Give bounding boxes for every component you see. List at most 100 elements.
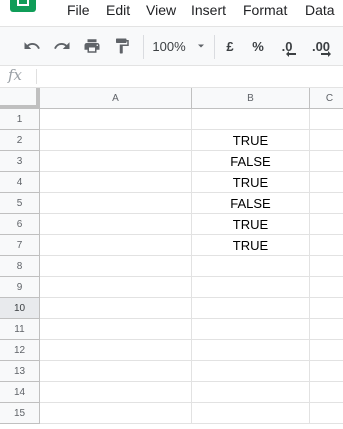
toolbar: 100% £ % .0 .00 [0, 26, 343, 66]
cell-c[interactable] [310, 361, 343, 382]
cell-a[interactable] [40, 235, 192, 256]
row-header[interactable]: 2 [0, 130, 40, 151]
cell-b[interactable] [192, 361, 310, 382]
menu-data[interactable]: Data [305, 2, 335, 18]
table-row: 15 [0, 403, 343, 424]
cell-a[interactable] [40, 256, 192, 277]
cell-b[interactable] [192, 109, 310, 130]
percent-format-button[interactable]: % [248, 27, 268, 65]
cell-a[interactable] [40, 361, 192, 382]
cell-c[interactable] [310, 235, 343, 256]
cell-c[interactable] [310, 256, 343, 277]
cell-a[interactable] [40, 130, 192, 151]
redo-button[interactable] [48, 27, 76, 65]
menu-edit[interactable]: Edit [106, 2, 130, 18]
cell-a[interactable] [40, 340, 192, 361]
cell-b[interactable]: TRUE [192, 235, 310, 256]
row-header[interactable]: 10 [0, 298, 40, 319]
select-all-corner[interactable] [0, 88, 40, 109]
cell-c[interactable] [310, 109, 343, 130]
arrow-left-icon [286, 51, 296, 57]
row-header[interactable]: 8 [0, 256, 40, 277]
undo-button[interactable] [18, 27, 46, 65]
cell-c[interactable] [310, 382, 343, 403]
cell-b[interactable] [192, 340, 310, 361]
row-header[interactable]: 15 [0, 403, 40, 424]
cell-c[interactable] [310, 319, 343, 340]
row-header[interactable]: 3 [0, 151, 40, 172]
chevron-down-icon [197, 44, 204, 48]
column-header-c[interactable]: C [310, 88, 343, 109]
cell-c[interactable] [310, 214, 343, 235]
row-header[interactable]: 1 [0, 109, 40, 130]
table-row: 7 TRUE [0, 235, 343, 256]
cell-a[interactable] [40, 319, 192, 340]
column-header-b[interactable]: B [192, 88, 310, 109]
cell-c[interactable] [310, 193, 343, 214]
cell-b[interactable]: TRUE [192, 130, 310, 151]
paint-format-button[interactable] [108, 27, 136, 65]
zoom-select[interactable]: 100% [150, 27, 208, 65]
cell-b[interactable] [192, 319, 310, 340]
table-row: 5 FALSE [0, 193, 343, 214]
table-row: 1 [0, 109, 343, 130]
row-header[interactable]: 12 [0, 340, 40, 361]
redo-icon [54, 42, 70, 49]
cell-c[interactable] [310, 340, 343, 361]
cell-a[interactable] [40, 193, 192, 214]
cell-a[interactable] [40, 277, 192, 298]
row-header[interactable]: 4 [0, 172, 40, 193]
cell-b[interactable]: FALSE [192, 151, 310, 172]
row-header[interactable]: 7 [0, 235, 40, 256]
cell-b[interactable] [192, 403, 310, 424]
cell-c[interactable] [310, 151, 343, 172]
arrow-right-icon [321, 51, 331, 57]
menu-file[interactable]: File [67, 2, 90, 18]
table-row: 14 [0, 382, 343, 403]
formula-bar-divider [36, 69, 37, 84]
row-header[interactable]: 13 [0, 361, 40, 382]
cell-a[interactable] [40, 214, 192, 235]
table-row: 6 TRUE [0, 214, 343, 235]
cell-a[interactable] [40, 151, 192, 172]
cell-c[interactable] [310, 130, 343, 151]
row-header[interactable]: 11 [0, 319, 40, 340]
cell-b[interactable]: TRUE [192, 214, 310, 235]
print-button[interactable] [78, 27, 106, 65]
menu-view[interactable]: View [146, 2, 176, 18]
table-row: 9 [0, 277, 343, 298]
cell-a[interactable] [40, 172, 192, 193]
menu-format[interactable]: Format [243, 2, 287, 18]
cell-a[interactable] [40, 403, 192, 424]
cell-b[interactable] [192, 382, 310, 403]
column-header-a[interactable]: A [40, 88, 192, 109]
row-header[interactable]: 9 [0, 277, 40, 298]
sheets-logo-icon[interactable] [10, 0, 36, 12]
currency-format-button[interactable]: £ [220, 27, 240, 65]
cell-b[interactable] [192, 277, 310, 298]
cell-a[interactable] [40, 109, 192, 130]
cell-b[interactable]: TRUE [192, 172, 310, 193]
cell-b[interactable] [192, 298, 310, 319]
increase-decimal-button[interactable]: .00 [306, 27, 336, 65]
cell-b[interactable] [192, 256, 310, 277]
cell-a[interactable] [40, 382, 192, 403]
cell-c[interactable] [310, 403, 343, 424]
cell-a[interactable] [40, 298, 192, 319]
cell-c[interactable] [310, 298, 343, 319]
paint-format-icon [116, 38, 129, 54]
print-icon [84, 39, 100, 53]
percent-icon: % [252, 38, 264, 54]
row-header[interactable]: 5 [0, 193, 40, 214]
table-row: 2 TRUE [0, 130, 343, 151]
table-row: 13 [0, 361, 343, 382]
cell-c[interactable] [310, 277, 343, 298]
table-row: 10 [0, 298, 343, 319]
menu-insert[interactable]: Insert [191, 2, 226, 18]
cell-c[interactable] [310, 172, 343, 193]
row-header[interactable]: 14 [0, 382, 40, 403]
decrease-decimal-button[interactable]: .0 [274, 27, 300, 65]
formula-input[interactable] [44, 68, 339, 86]
row-header[interactable]: 6 [0, 214, 40, 235]
cell-b[interactable]: FALSE [192, 193, 310, 214]
